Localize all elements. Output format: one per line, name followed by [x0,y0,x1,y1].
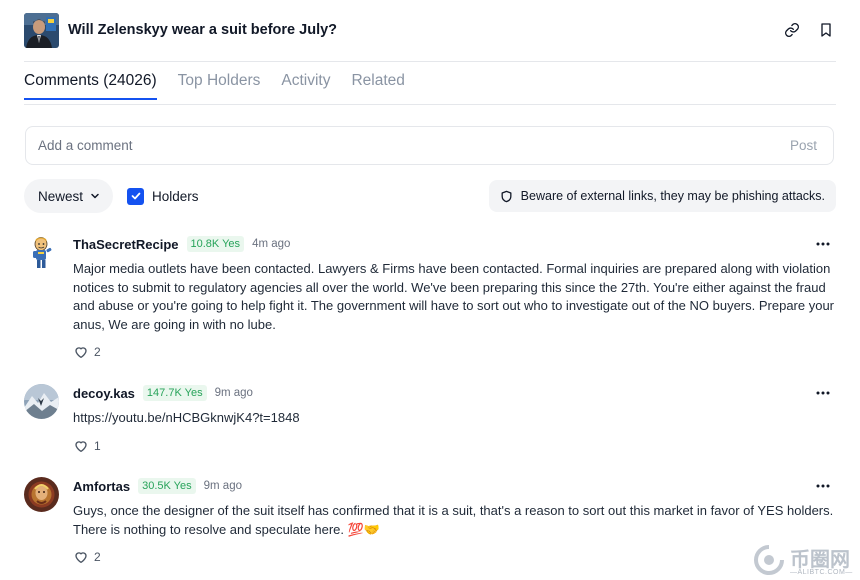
more-options-icon[interactable] [814,477,832,495]
more-options-icon[interactable] [814,235,832,253]
like-count: 1 [94,438,101,453]
like-button[interactable]: 1 [73,438,836,454]
holders-checkbox[interactable] [127,187,145,205]
holders-label: Holders [152,188,199,204]
more-options-icon[interactable] [814,384,832,402]
tab-related[interactable]: Related [351,72,404,100]
watermark-subtext: —ALIBTC.COM— [790,569,853,576]
comment-text: Guys, once the designer of the suit itse… [73,503,834,537]
avatar[interactable] [24,384,59,419]
comment-box: Post [25,126,834,165]
avatar[interactable] [24,477,59,512]
market-header: Will Zelenskyy wear a suit before July? [24,12,836,48]
holder-badge: 10.8K Yes [186,236,245,252]
market-thumbnail [24,12,59,48]
comment-text: Major media outlets have been contacted.… [73,261,835,332]
watermark-text: 币圈网 [790,549,850,571]
comment-time: 4m ago [252,238,291,250]
comment-username[interactable]: Amfortas [73,479,130,494]
post-button[interactable]: Post [790,138,817,153]
avatar[interactable] [24,235,59,270]
tab-comments[interactable]: Comments (24026) [24,72,157,100]
check-icon [131,192,140,200]
watermark: 币圈网 —ALIBTC.COM— [752,540,860,580]
watermark-logo-icon [754,544,785,575]
like-count: 2 [94,550,101,565]
holder-badge: 30.5K Yes [138,478,196,494]
sort-label: Newest [38,188,84,204]
comment-time: 9m ago [203,480,242,492]
bookmark-icon[interactable] [816,20,836,40]
holders-filter[interactable]: Holders [127,187,199,205]
link-icon[interactable] [782,20,802,40]
market-title: Will Zelenskyy wear a suit before July? [68,22,338,38]
heart-icon [75,440,87,452]
tab-bar: Comments (24026) Top Holders Activity Re… [24,72,405,100]
header-divider [24,61,836,62]
sort-dropdown[interactable]: Newest [24,179,114,213]
tab-activity[interactable]: Activity [281,72,330,100]
like-button[interactable]: 2 [73,549,836,565]
phishing-warning: Beware of external links, they may be ph… [488,180,836,212]
heart-icon [75,552,87,564]
shield-icon [501,190,512,202]
like-button[interactable]: 2 [73,344,836,360]
chevron-down-icon [91,193,99,199]
comment-input[interactable] [38,138,790,153]
comment-controls: Newest Holders Beware of external links,… [24,179,836,213]
like-count: 2 [94,345,101,360]
comment-username[interactable]: ThaSecretRecipe [73,237,179,252]
warning-text: Beware of external links, they may be ph… [520,189,825,203]
holder-badge: 147.7K Yes [142,385,207,401]
tab-top-holders[interactable]: Top Holders [178,72,261,100]
comment-username[interactable]: decoy.kas [73,386,135,401]
comment-text[interactable]: https://youtu.be/nHCBGknwjK4?t=1848 [73,409,836,428]
tabs-divider [24,104,836,105]
heart-icon [75,347,87,359]
comment-time: 9m ago [214,387,253,399]
